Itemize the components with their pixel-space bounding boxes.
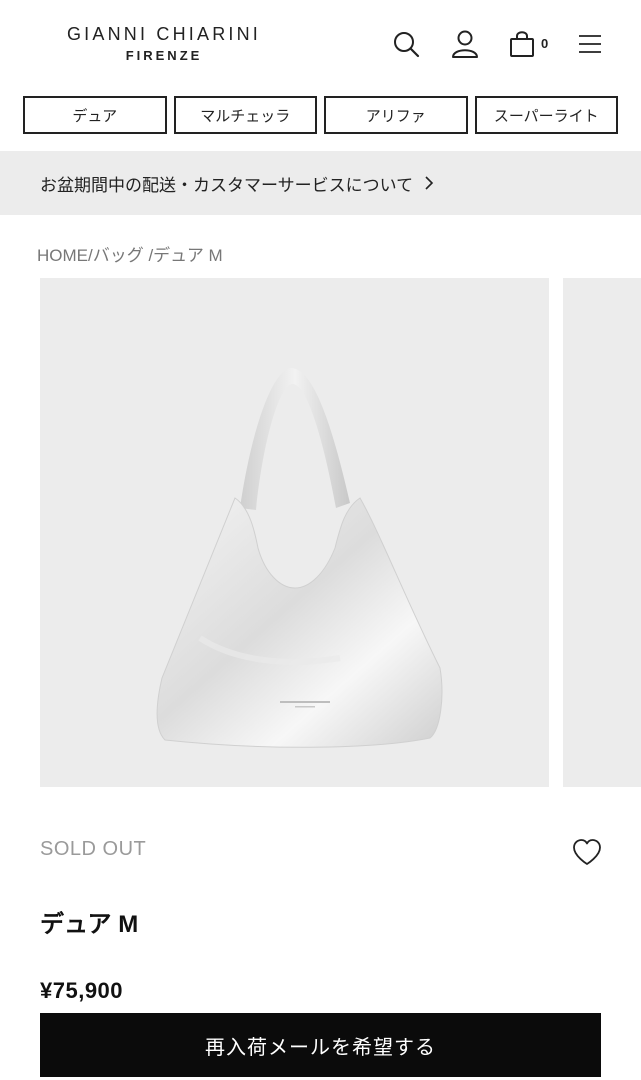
site-header: GIANNI CHIARINI FIRENZE 0 xyxy=(0,0,641,90)
restock-notify-button[interactable]: 再入荷メールを希望する xyxy=(40,1013,601,1077)
category-nav: デュア マルチェッラ アリファ スーパーライト xyxy=(23,96,618,134)
brand-logo[interactable]: GIANNI CHIARINI FIRENZE xyxy=(38,24,290,63)
user-icon[interactable] xyxy=(450,29,480,59)
search-icon[interactable] xyxy=(392,30,420,58)
chevron-right-icon xyxy=(425,176,434,190)
product-image-next-preview[interactable] xyxy=(563,278,641,787)
product-price: ¥75,900 xyxy=(40,978,124,1003)
product-image-main[interactable] xyxy=(40,278,549,787)
menu-icon[interactable] xyxy=(576,30,604,58)
stock-status: SOLD OUT xyxy=(40,838,147,860)
brand-subtitle: FIRENZE xyxy=(125,48,203,63)
favorite-heart-icon[interactable] xyxy=(572,838,602,866)
category-button-superlight[interactable]: スーパーライト xyxy=(474,96,618,134)
notice-banner[interactable]: お盆期間中の配送・カスタマーサービスについて xyxy=(0,151,641,215)
brand-name: GIANNI CHIARINI xyxy=(66,24,261,44)
product-bag-image xyxy=(156,367,443,748)
category-button-marcella[interactable]: マルチェッラ xyxy=(173,96,317,134)
category-button-dua[interactable]: デュア xyxy=(23,96,167,134)
product-title: デュア M xyxy=(40,911,139,938)
cart-count-badge: 0 xyxy=(541,36,549,51)
notice-text: お盆期間中の配送・カスタマーサービスについて xyxy=(40,175,414,195)
shopping-bag-icon[interactable] xyxy=(507,29,537,59)
breadcrumb[interactable]: HOME/バッグ /デュア M xyxy=(37,241,223,266)
category-button-alifa[interactable]: アリファ xyxy=(324,96,468,134)
product-image-gallery[interactable] xyxy=(40,278,641,787)
